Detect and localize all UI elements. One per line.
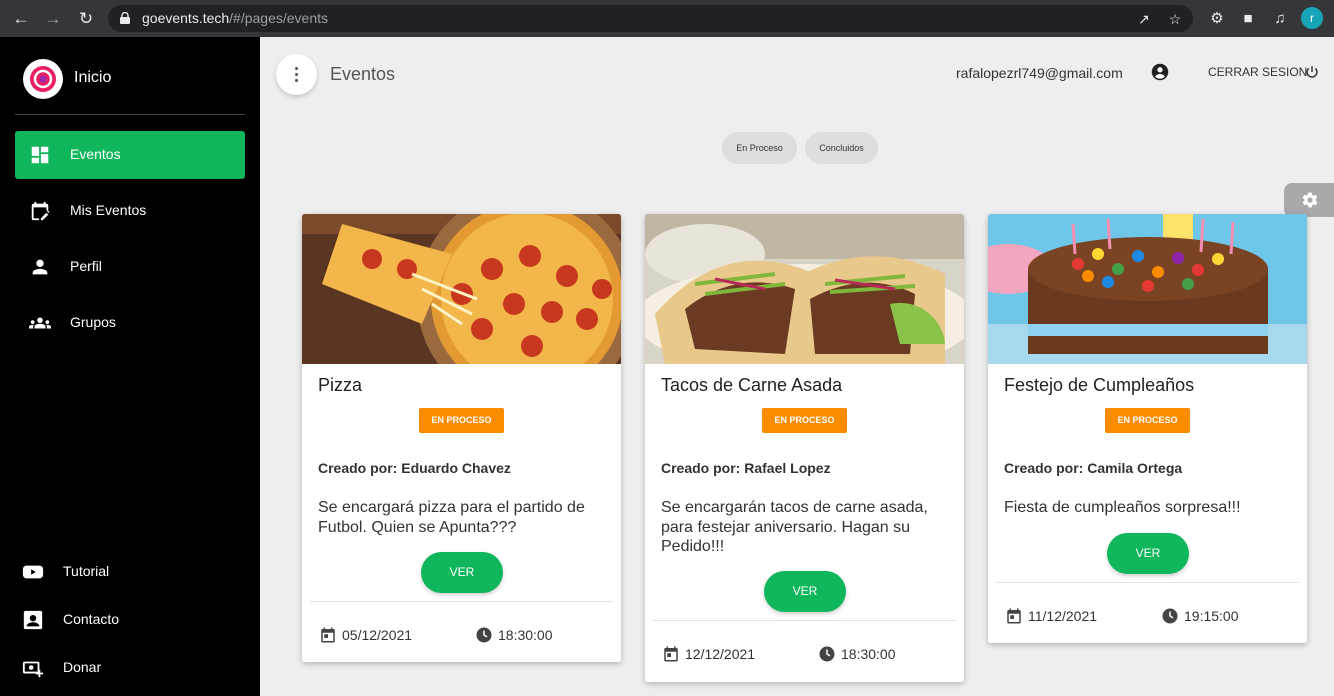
sidebar-item-label: Contacto: [63, 611, 120, 627]
event-description: Fiesta de cumpleaños sorpresa!!!: [1004, 499, 1241, 516]
star-icon[interactable]: ☆: [1166, 10, 1184, 28]
clock-icon: [476, 627, 492, 643]
youtube-icon: [22, 565, 44, 579]
sidebar-item-label: Donar: [63, 659, 102, 675]
donate-icon: [22, 661, 44, 678]
puzzle-icon[interactable]: ■: [1237, 8, 1259, 30]
event-title: Pizza: [318, 375, 363, 395]
ver-button[interactable]: VER: [1107, 533, 1189, 574]
event-time: 18:30:00: [841, 646, 896, 662]
sidebar-item-grupos[interactable]: Grupos: [15, 299, 245, 347]
status-badge: EN PROCESO: [1105, 408, 1190, 433]
edit-calendar-icon: [31, 201, 50, 221]
reload-icon[interactable]: ↻: [75, 8, 97, 30]
event-description: Se encargarán tacos de carne asada, para…: [661, 499, 928, 555]
more-vert-icon: [295, 67, 298, 70]
card-divider: [996, 582, 1299, 583]
event-creator: Creado por: Camila Ortega: [1004, 460, 1183, 476]
sidebar-item-tutorial[interactable]: Tutorial: [22, 557, 242, 587]
browser-toolbar: ← → ↻ goevents.tech/#/pages/events ↗ ☆ ⚙…: [0, 0, 1334, 37]
sidebar-item-label: Perfil: [70, 258, 102, 274]
user-email: rafalopezrl749@gmail.com: [956, 65, 1123, 81]
event-description: Se encargará pizza para el partido de Fu…: [318, 499, 585, 536]
profile-avatar[interactable]: r: [1301, 7, 1323, 29]
event-card: Pizza EN PROCESO Creado por: Eduardo Cha…: [302, 214, 621, 662]
event-time: 18:30:00: [498, 627, 553, 643]
sidebar-item-mis-eventos[interactable]: Mis Eventos: [15, 187, 245, 235]
event-date: 11/12/2021: [1028, 608, 1098, 624]
account-circle-icon[interactable]: [1151, 63, 1169, 81]
status-badge: EN PROCESO: [419, 408, 504, 433]
sidebar-item-label: Tutorial: [63, 563, 110, 579]
ver-button[interactable]: VER: [764, 571, 846, 612]
dot: [295, 79, 298, 82]
calendar-icon: [1007, 608, 1021, 624]
forward-icon[interactable]: →: [42, 8, 64, 30]
card-divider: [310, 601, 613, 602]
app-logo: [23, 59, 63, 99]
event-card: Festejo de Cumpleaños EN PROCESO Creado …: [988, 214, 1307, 643]
sidebar-item-contacto[interactable]: Contacto: [22, 605, 242, 635]
clock-icon: [1162, 608, 1178, 624]
power-icon[interactable]: [1305, 65, 1319, 79]
extension-icon[interactable]: ⚙: [1206, 8, 1228, 30]
brand-title: Inicio: [74, 69, 112, 86]
dashboard-icon: [31, 146, 49, 164]
groups-icon: [29, 317, 51, 329]
filter-en-proceso[interactable]: En Proceso: [722, 132, 797, 164]
url-text: goevents.tech/#/pages/events: [142, 10, 329, 26]
event-card: Tacos de Carne Asada EN PROCESO Creado p…: [645, 214, 964, 682]
logout-button[interactable]: CERRAR SESION: [1208, 65, 1307, 79]
settings-tab[interactable]: [1284, 183, 1334, 217]
sidebar-item-label: Eventos: [70, 146, 121, 162]
sidebar-divider: [15, 114, 245, 115]
clock-icon: [819, 646, 835, 662]
sidebar-item-donar[interactable]: Donar: [22, 653, 242, 683]
event-title: Tacos de Carne Asada: [661, 375, 843, 395]
event-creator: Creado por: Eduardo Chavez: [318, 460, 511, 476]
event-date: 12/12/2021: [685, 646, 756, 662]
address-bar[interactable]: goevents.tech/#/pages/events ↗ ☆: [108, 5, 1193, 32]
calendar-icon: [321, 627, 335, 643]
sidebar-item-perfil[interactable]: Perfil: [15, 243, 245, 291]
calendar-icon: [664, 646, 678, 662]
event-time: 19:15:00: [1184, 608, 1239, 624]
event-image-tacos: [645, 214, 964, 364]
event-title: Festejo de Cumpleaños: [1004, 375, 1195, 395]
sidebar-item-label: Grupos: [70, 314, 116, 330]
ver-button[interactable]: VER: [421, 552, 503, 593]
person-icon: [32, 259, 48, 275]
share-icon[interactable]: ↗: [1135, 10, 1153, 28]
media-icon[interactable]: ♫: [1269, 8, 1291, 30]
event-image-cake: [988, 214, 1307, 364]
sidebar-item-label: Mis Eventos: [70, 202, 147, 218]
status-badge: EN PROCESO: [762, 408, 847, 433]
dot: [295, 73, 298, 76]
page-title: Eventos: [330, 64, 396, 84]
contact-icon: [23, 610, 43, 630]
menu-button[interactable]: [276, 54, 317, 95]
gear-icon: [1302, 192, 1318, 208]
sidebar: Inicio Eventos Mis Eventos Perfil Grupos…: [0, 37, 260, 696]
event-image-pizza: [302, 214, 621, 364]
back-icon[interactable]: ←: [10, 8, 32, 30]
sidebar-item-eventos[interactable]: Eventos: [15, 131, 245, 179]
lock-icon: [120, 12, 130, 24]
event-date: 05/12/2021: [342, 627, 413, 643]
filter-concluidos[interactable]: Concluidos: [805, 132, 878, 164]
card-divider: [653, 620, 956, 621]
event-creator: Creado por: Rafael Lopez: [661, 460, 831, 476]
